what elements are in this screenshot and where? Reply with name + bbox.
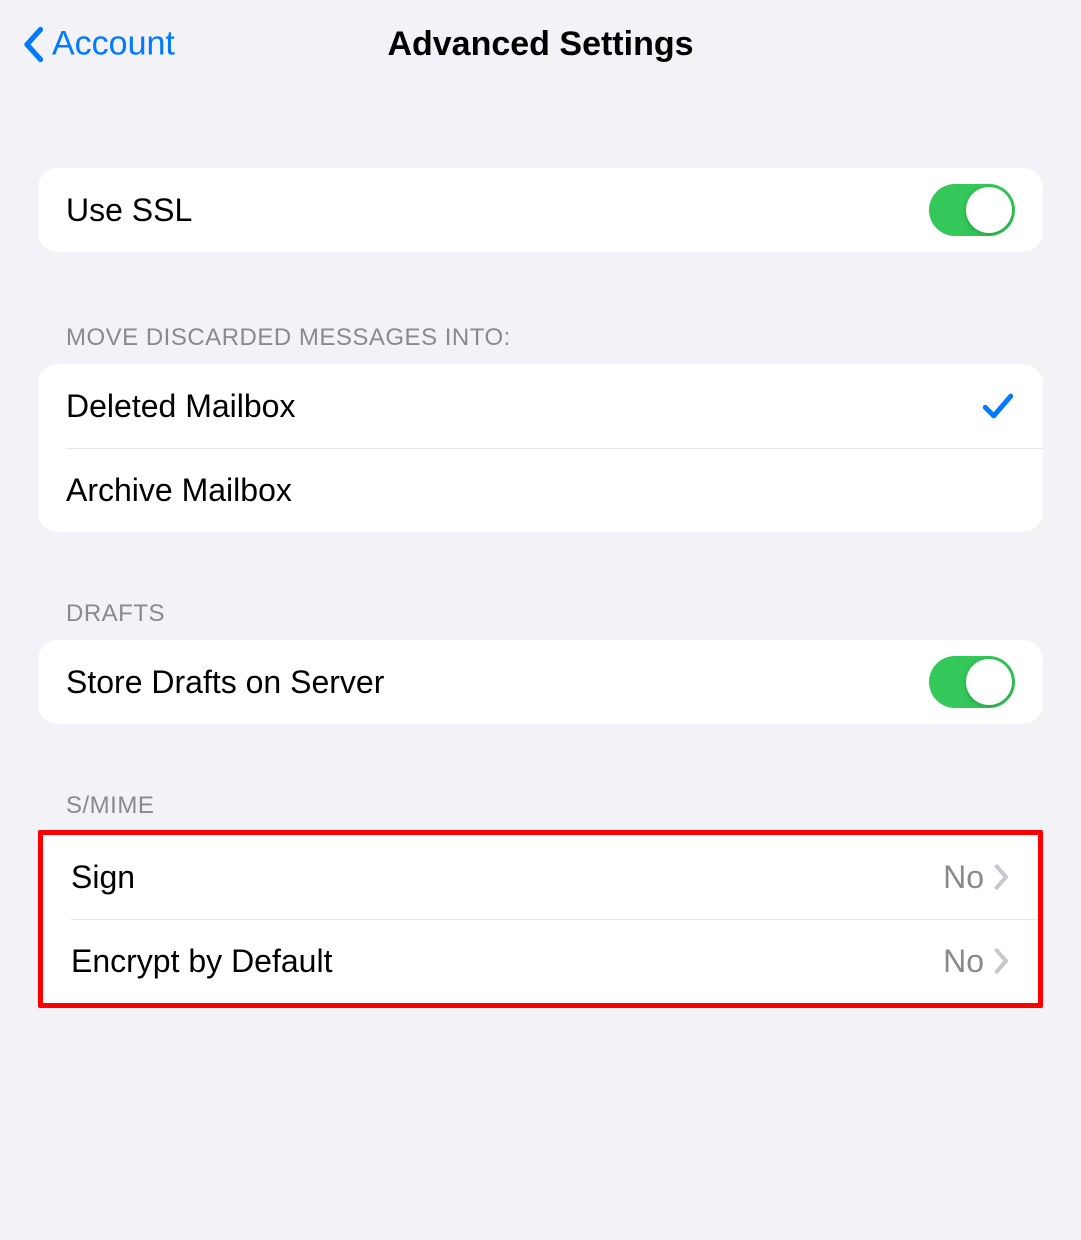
toggle-knob (966, 659, 1012, 705)
encrypt-row[interactable]: Encrypt by Default No (43, 919, 1038, 1003)
sign-value: No (943, 859, 984, 896)
toggle-knob (966, 187, 1012, 233)
chevron-right-icon (994, 947, 1010, 975)
use-ssl-label: Use SSL (66, 192, 192, 229)
smime-section-header: S/MIME (38, 792, 1043, 832)
page-title: Advanced Settings (387, 25, 693, 64)
back-label: Account (52, 25, 175, 64)
chevron-right-icon (994, 863, 1010, 891)
discarded-section-header: MOVE DISCARDED MESSAGES INTO: (38, 324, 1043, 364)
use-ssl-row: Use SSL (38, 168, 1043, 252)
deleted-mailbox-row[interactable]: Deleted Mailbox (38, 364, 1043, 448)
back-button[interactable]: Account (22, 25, 175, 64)
encrypt-label: Encrypt by Default (71, 943, 332, 980)
use-ssl-toggle[interactable] (929, 184, 1015, 236)
store-drafts-label: Store Drafts on Server (66, 664, 384, 701)
discarded-group: Deleted Mailbox Archive Mailbox (38, 364, 1043, 532)
smime-highlight: Sign No Encrypt by Default No (38, 830, 1043, 1008)
drafts-section-header: DRAFTS (38, 600, 1043, 640)
drafts-group: Store Drafts on Server (38, 640, 1043, 724)
store-drafts-toggle[interactable] (929, 656, 1015, 708)
chevron-left-icon (22, 26, 44, 62)
smime-group: Sign No Encrypt by Default No (43, 835, 1038, 1003)
archive-mailbox-row[interactable]: Archive Mailbox (38, 448, 1043, 532)
store-drafts-row: Store Drafts on Server (38, 640, 1043, 724)
deleted-mailbox-label: Deleted Mailbox (66, 388, 295, 425)
archive-mailbox-label: Archive Mailbox (66, 472, 292, 509)
ssl-group: Use SSL (38, 168, 1043, 252)
checkmark-icon (981, 389, 1015, 423)
content-area: Use SSL MOVE DISCARDED MESSAGES INTO: De… (0, 88, 1081, 1008)
sign-row[interactable]: Sign No (43, 835, 1038, 919)
navigation-bar: Account Advanced Settings (0, 0, 1081, 88)
sign-label: Sign (71, 859, 135, 896)
encrypt-value: No (943, 943, 984, 980)
